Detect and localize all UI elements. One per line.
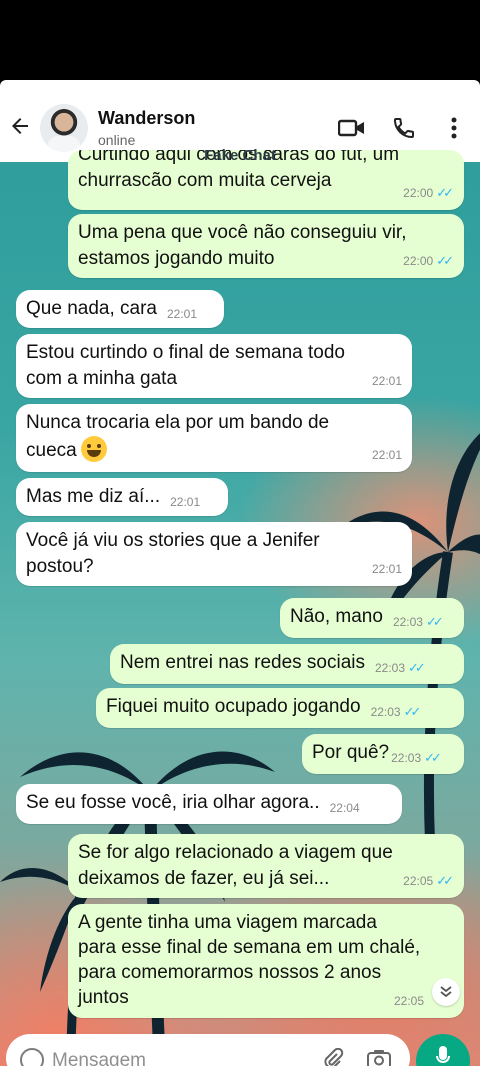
video-camera-icon[interactable] <box>338 116 366 140</box>
message-bubble-incoming[interactable]: Mas me diz aí... 22:01 <box>16 478 228 516</box>
message-time: 22:01 <box>166 307 198 321</box>
message-meta: 22:03 ✓✓ <box>371 699 422 725</box>
message-bubble-incoming[interactable]: Nunca trocaria ela por um bando de cueca… <box>16 404 412 472</box>
message-bubble-outgoing[interactable]: Se for algo relacionado a viagem que dei… <box>68 834 464 898</box>
message-text: Nunca trocaria ela por um bando de cueca <box>26 410 402 464</box>
message-text: Se eu fosse você, iria olhar agora.. <box>26 792 320 813</box>
message-time: 22:04 <box>329 801 360 815</box>
message-text: Por quê? <box>312 742 390 763</box>
message-time: 22:00 <box>403 254 434 268</box>
watermark: Fake Chat <box>204 147 276 164</box>
double-check-icon: ✓✓ <box>403 704 422 719</box>
message-bubble-incoming[interactable]: Se eu fosse você, iria olhar agora.. 22:0… <box>16 784 402 824</box>
message-time: 22:03 <box>370 705 401 719</box>
scroll-to-bottom-button[interactable] <box>432 978 460 1006</box>
message-bubble-outgoing[interactable]: Por quê? 22:03 ✓✓ <box>302 734 464 774</box>
message-time: 22:03 <box>391 751 422 765</box>
contact-name[interactable]: Wanderson <box>98 108 195 129</box>
message-time: 22:05 <box>393 994 424 1008</box>
message-text-content: Nunca trocaria ela por um bando de cueca <box>26 412 330 461</box>
message-time: 22:03 <box>375 661 406 675</box>
avatar[interactable] <box>40 104 88 152</box>
more-vertical-icon[interactable] <box>444 116 464 140</box>
message-text: Mas me diz aí... <box>26 486 161 507</box>
smiley-icon[interactable] <box>20 1048 44 1066</box>
message-meta: 22:03 ✓✓ <box>393 609 444 635</box>
message-time: 22:01 <box>371 562 402 576</box>
double-check-icon: ✓✓ <box>436 253 454 268</box>
message-bubble-incoming[interactable]: Estou curtindo o final de semana todo co… <box>16 334 412 398</box>
double-check-icon: ✓✓ <box>436 873 454 888</box>
message-time: 22:01 <box>371 374 402 388</box>
message-text: Que nada, cara <box>26 298 157 319</box>
message-text: Não, mano <box>290 606 383 627</box>
double-check-icon: ✓✓ <box>436 185 454 200</box>
message-meta: 22:03 ✓✓ <box>391 745 442 771</box>
message-text: Se for algo relacionado a viagem que dei… <box>78 842 393 889</box>
message-text: Você já viu os stories que a Jenifer pos… <box>26 530 320 577</box>
message-text: Estou curtindo o final de semana todo co… <box>26 342 345 389</box>
message-composer <box>6 1034 410 1066</box>
double-check-icon: ✓✓ <box>424 750 442 765</box>
paperclip-icon[interactable] <box>322 1048 344 1066</box>
status-bar <box>0 0 480 80</box>
message-time: 22:01 <box>371 448 402 462</box>
microphone-icon <box>436 1046 450 1063</box>
message-time: 22:03 <box>392 615 423 629</box>
double-check-icon: ✓✓ <box>425 614 444 629</box>
double-check-icon: ✓✓ <box>408 660 426 675</box>
message-time: 22:01 <box>170 495 201 509</box>
message-time: 22:05 <box>403 874 434 888</box>
message-meta: 22:00 ✓✓ <box>403 180 454 206</box>
message-bubble-incoming[interactable]: Que nada, cara 22:01 <box>16 290 224 328</box>
message-meta: 22:05 ✓✓ <box>403 868 454 894</box>
message-text: Nem entrei nas redes sociais <box>120 652 365 673</box>
message-bubble-outgoing[interactable]: Nem entrei nas redes sociais 22:03 ✓✓ <box>110 644 464 684</box>
back-arrow-icon[interactable] <box>8 114 32 138</box>
message-bubble-outgoing[interactable]: Não, mano 22:03 ✓✓ <box>280 598 464 638</box>
message-bubble-outgoing[interactable]: A gente tinha uma viagem marcada para es… <box>68 904 464 1018</box>
message-meta: 22:03 ✓✓ <box>375 655 426 681</box>
phone-icon[interactable] <box>390 116 418 140</box>
message-bubble-incoming[interactable]: Você já viu os stories que a Jenifer pos… <box>16 522 412 586</box>
message-meta: 22:00 ✓✓ <box>403 248 454 274</box>
message-bubble-outgoing[interactable]: Fiquei muito ocupado jogando 22:03 ✓✓ <box>96 688 464 728</box>
message-time: 22:00 <box>403 186 434 200</box>
message-text: Uma pena que você não conseguiu vir, est… <box>78 222 407 269</box>
chevron-down-double-icon <box>440 986 452 998</box>
grinning-sweat-emoji-icon <box>80 436 107 462</box>
camera-icon[interactable] <box>366 1048 392 1066</box>
message-text: Fiquei muito ocupado jogando <box>106 696 361 717</box>
contact-status: online <box>98 132 136 148</box>
message-bubble-outgoing[interactable]: Uma pena que você não conseguiu vir, est… <box>68 214 464 278</box>
message-input[interactable] <box>52 1050 272 1066</box>
